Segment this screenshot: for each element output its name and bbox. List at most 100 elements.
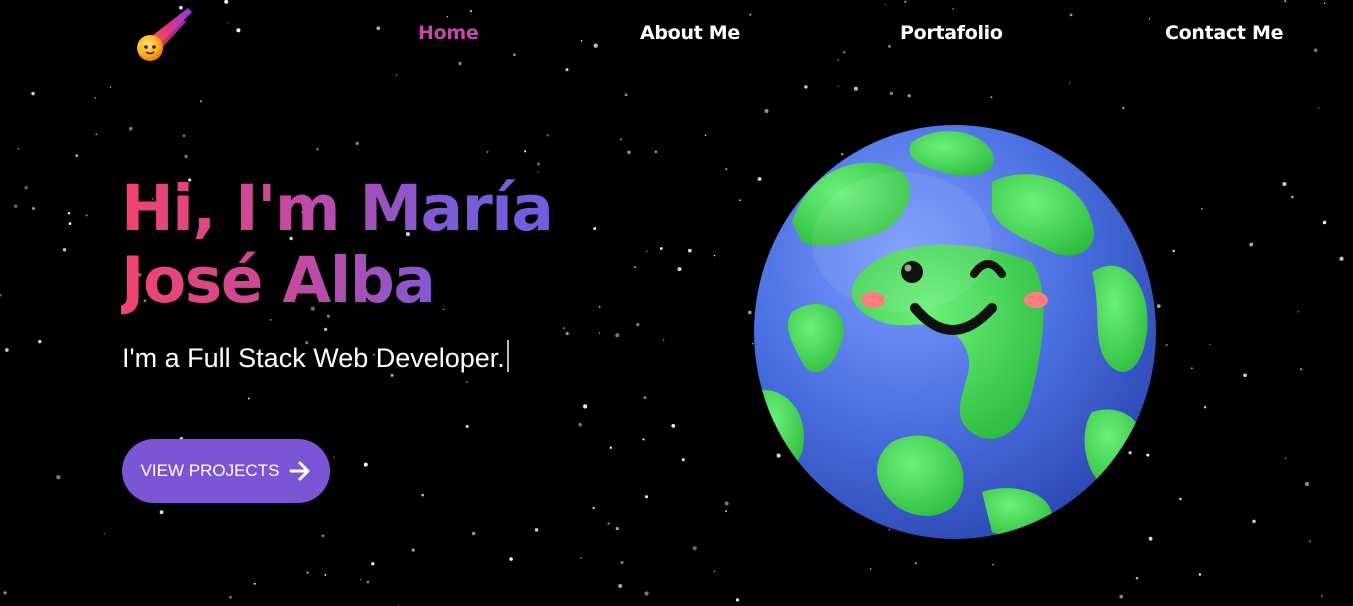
star <box>837 85 839 88</box>
star <box>229 595 232 599</box>
star <box>1068 81 1071 84</box>
hero-subtitle-wrapper: I'm a Full Stack Web Developer. <box>122 340 509 374</box>
star <box>618 583 623 589</box>
view-projects-label: VIEW PROJECTS <box>140 461 280 480</box>
star <box>1297 311 1299 313</box>
star <box>182 134 186 138</box>
star <box>615 333 620 338</box>
star <box>563 327 565 330</box>
star <box>469 10 473 13</box>
star <box>620 138 622 141</box>
star <box>1320 595 1324 598</box>
star <box>5 348 9 352</box>
star <box>159 510 164 515</box>
star <box>363 462 368 467</box>
star <box>512 53 516 57</box>
star <box>636 322 640 327</box>
star <box>1252 519 1256 524</box>
star <box>199 100 202 103</box>
star <box>465 425 469 428</box>
star <box>642 438 645 441</box>
star <box>704 134 707 137</box>
typing-cursor <box>506 340 509 372</box>
star <box>1282 181 1287 187</box>
star <box>1172 249 1175 253</box>
star <box>627 150 631 155</box>
view-projects-button[interactable]: VIEW PROJECTS <box>122 439 330 503</box>
star <box>95 133 98 136</box>
star <box>38 339 42 344</box>
star <box>804 85 808 89</box>
star <box>598 306 601 308</box>
star <box>31 206 36 211</box>
star <box>607 522 611 525</box>
nav-link-contact-me[interactable]: Contact Me <box>1165 22 1283 44</box>
star <box>67 212 71 215</box>
star <box>1069 13 1073 17</box>
star <box>247 397 250 400</box>
star <box>75 154 79 157</box>
star <box>1119 594 1124 599</box>
main-nav: Home About Me Portafolio Contact Me <box>0 22 1353 50</box>
star <box>713 570 716 573</box>
star <box>1165 344 1168 347</box>
star <box>458 61 462 66</box>
star <box>306 571 309 574</box>
star <box>85 214 88 217</box>
star <box>184 154 188 159</box>
star <box>355 141 360 146</box>
smiling-earth-illustration <box>754 125 1156 539</box>
star <box>524 150 527 153</box>
hero-title-line-1: Hi, I'm María <box>121 172 553 245</box>
star <box>914 562 917 565</box>
star <box>1284 457 1287 459</box>
star <box>609 446 612 449</box>
star <box>646 250 648 252</box>
star <box>677 267 682 272</box>
star <box>94 97 97 99</box>
star <box>593 227 597 231</box>
star <box>390 373 394 377</box>
star <box>421 493 425 497</box>
nav-link-about-me[interactable]: About Me <box>640 22 740 44</box>
star <box>486 150 489 153</box>
star <box>1284 0 1287 3</box>
star <box>1135 576 1139 580</box>
star <box>253 582 256 585</box>
star <box>644 591 649 596</box>
star <box>565 331 569 336</box>
star <box>1179 497 1182 501</box>
star <box>692 546 697 551</box>
nav-link-home[interactable]: Home <box>418 22 479 44</box>
star <box>739 199 742 202</box>
star <box>316 148 319 151</box>
star <box>446 16 448 18</box>
star <box>1203 406 1207 409</box>
star <box>843 51 846 54</box>
star <box>68 222 72 225</box>
star <box>592 506 596 510</box>
star <box>31 91 35 96</box>
star <box>990 96 993 98</box>
star <box>615 527 619 531</box>
nav-link-portafolio[interactable]: Portafolio <box>900 22 1003 44</box>
star <box>1308 540 1311 543</box>
star <box>103 533 106 535</box>
star <box>1122 106 1125 110</box>
star <box>321 534 325 538</box>
star <box>681 458 685 462</box>
star <box>654 150 658 154</box>
star <box>749 13 752 16</box>
star <box>128 126 133 131</box>
star <box>837 59 840 62</box>
star <box>17 147 20 150</box>
star <box>1317 106 1320 109</box>
star <box>1198 573 1202 576</box>
star <box>582 404 588 409</box>
star <box>869 568 872 570</box>
star <box>764 109 769 113</box>
star <box>411 548 415 552</box>
arrow-right-icon <box>289 461 310 481</box>
star <box>1323 2 1326 4</box>
star <box>725 167 728 171</box>
